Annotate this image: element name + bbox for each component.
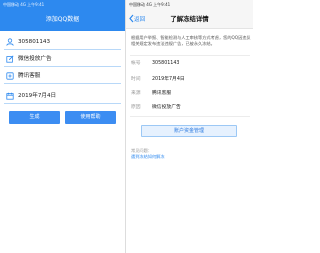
status-bar: 中国移动 4G 上午9:41 bbox=[126, 0, 253, 9]
qq-number-field[interactable]: 305801143 bbox=[4, 35, 121, 50]
divider bbox=[130, 116, 250, 117]
freeze-description: 根据用户举报、智能检测与人工审核等方式考虑，您的QQ因违反相关规定发布违法违规广… bbox=[131, 35, 251, 47]
detail-value: 305801143 bbox=[152, 61, 180, 66]
detail-key: 来源 bbox=[131, 91, 141, 96]
nav-bar: 添加QQ数据 bbox=[0, 9, 125, 31]
page-title: 添加QQ数据 bbox=[45, 16, 80, 23]
ad-type-value: 微信投放广告 bbox=[18, 56, 52, 62]
detail-row-reason: 原因 微信投放广告 bbox=[131, 103, 249, 113]
detail-value: 2019年7月4日 bbox=[152, 77, 185, 82]
detail-key: 原因 bbox=[131, 105, 141, 110]
divider bbox=[130, 55, 250, 56]
unfreeze-help-link[interactable]: 遇到冻结如何解冻 bbox=[131, 154, 165, 160]
detail-value: 腾讯客服 bbox=[152, 91, 172, 96]
account-funds-management-button[interactable]: 账户资金管理 bbox=[141, 125, 237, 137]
add-qq-data-screen: 中国移动 4G 上午9:41 添加QQ数据 305801143 微信投放广告 腾… bbox=[0, 0, 125, 253]
detail-value: 微信投放广告 bbox=[152, 105, 181, 110]
date-value: 2019年7月4日 bbox=[18, 93, 57, 99]
detail-row-source: 来源 腾讯客服 bbox=[131, 89, 249, 99]
user-icon bbox=[6, 38, 14, 46]
freeze-details-screen: 中国移动 4G 上午9:41 返回 了解冻结详情 根据用户举报、智能检测与人工审… bbox=[126, 0, 253, 253]
source-value: 腾讯客服 bbox=[18, 73, 41, 79]
status-bar: 中国移动 4G 上午9:41 bbox=[0, 0, 125, 9]
generate-button[interactable]: 生成 bbox=[9, 111, 60, 124]
nav-bar: 返回 了解冻结详情 bbox=[126, 9, 253, 29]
qq-number-value: 305801143 bbox=[18, 39, 51, 45]
page-title: 了解冻结详情 bbox=[170, 15, 209, 23]
tag-icon bbox=[6, 72, 14, 80]
edit-icon bbox=[6, 55, 14, 63]
detail-key: 时间 bbox=[131, 77, 141, 82]
date-field[interactable]: 2019年7月4日 bbox=[4, 89, 121, 104]
detail-row-time: 时间 2019年7月4日 bbox=[131, 75, 249, 85]
detail-row-account: 帐号 305801143 bbox=[131, 59, 249, 69]
calendar-icon bbox=[6, 92, 14, 100]
source-field[interactable]: 腾讯客服 bbox=[4, 69, 121, 84]
use-help-button[interactable]: 使用帮助 bbox=[65, 111, 116, 124]
detail-key: 帐号 bbox=[131, 61, 141, 66]
ad-type-field[interactable]: 微信投放广告 bbox=[4, 52, 121, 67]
